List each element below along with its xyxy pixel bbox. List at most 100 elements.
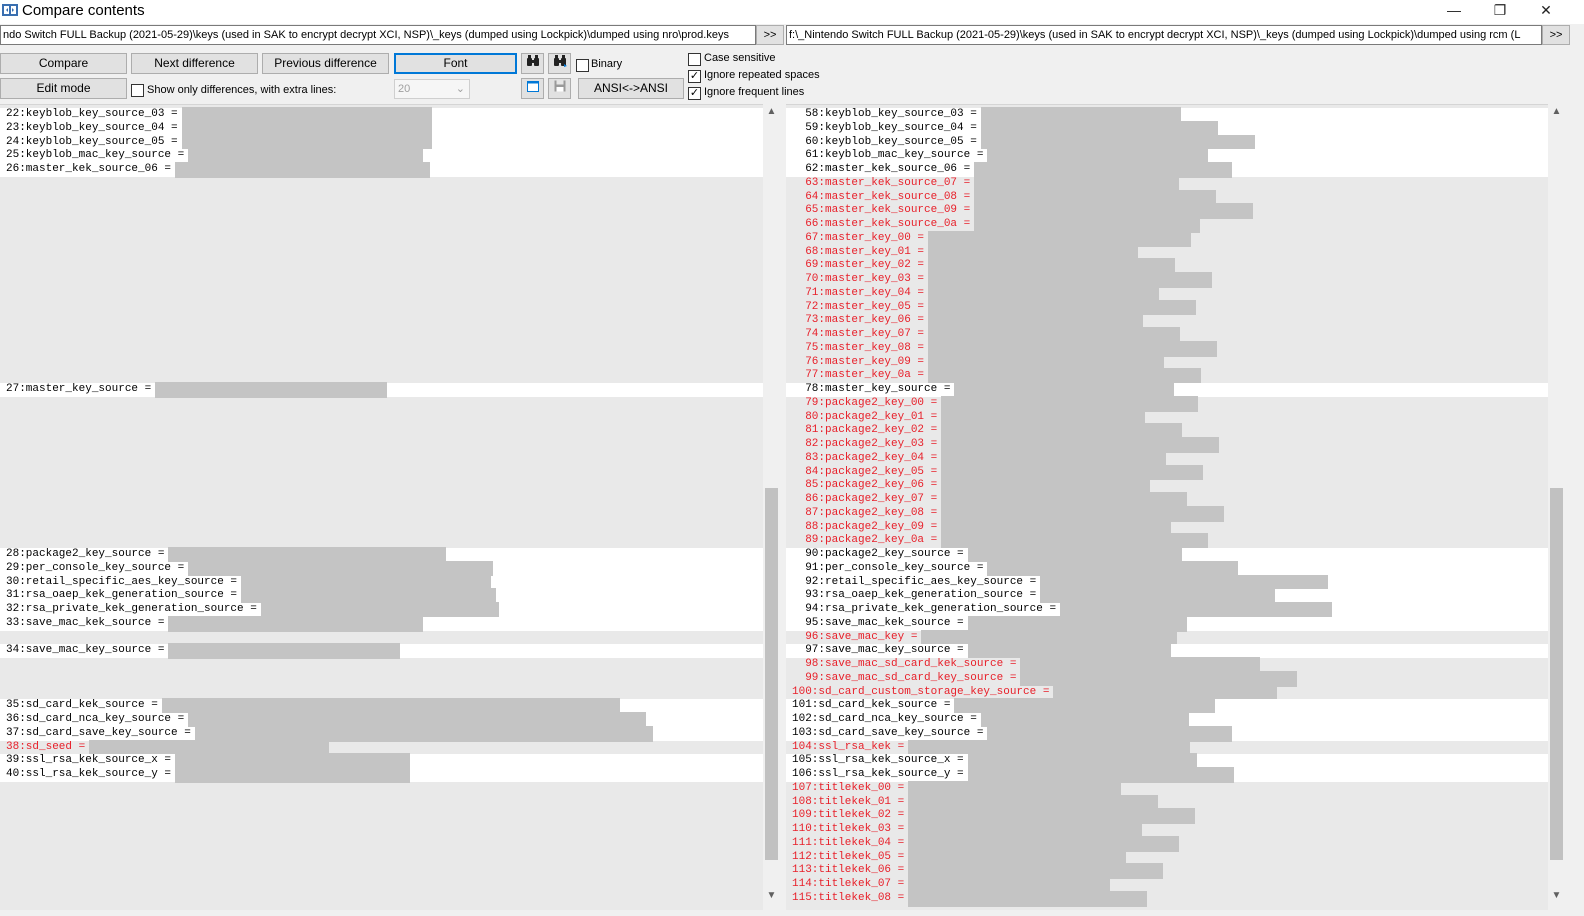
binoculars-next-icon[interactable]: [548, 53, 571, 74]
left-scrollbar-thumb[interactable]: [765, 488, 778, 860]
edit-mode-button[interactable]: Edit mode: [0, 78, 127, 99]
right-file-path-input[interactable]: f:\_Nintendo Switch FULL Backup (2021-05…: [786, 25, 1542, 45]
code-line[interactable]: 105:ssl_rsa_kek_source_x =: [786, 754, 964, 768]
code-line[interactable]: 93:rsa_oaep_kek_generation_source =: [786, 589, 1036, 603]
code-line[interactable]: 101:sd_card_kek_source =: [786, 699, 950, 713]
code-line[interactable]: 74:master_key_07 =: [786, 328, 924, 342]
code-line[interactable]: 83:package2_key_04 =: [786, 452, 937, 466]
code-line[interactable]: 82:package2_key_03 =: [786, 438, 937, 452]
code-line[interactable]: 71:master_key_04 =: [786, 287, 924, 301]
code-line[interactable]: 39:ssl_rsa_kek_source_x =: [0, 754, 171, 768]
code-line[interactable]: 40:ssl_rsa_kek_source_y =: [0, 768, 171, 782]
font-button[interactable]: Font: [394, 53, 517, 74]
code-line[interactable]: 102:sd_card_nca_key_source =: [786, 713, 977, 727]
extra-lines-select[interactable]: 20 ⌄: [394, 79, 470, 99]
code-line[interactable]: 98:save_mac_sd_card_kek_source =: [786, 658, 1016, 672]
code-line[interactable]: 61:keyblob_mac_key_source =: [786, 149, 983, 163]
code-line[interactable]: 86:package2_key_07 =: [786, 493, 937, 507]
code-line[interactable]: 84:package2_key_05 =: [786, 466, 937, 480]
code-line[interactable]: 30:retail_specific_aes_key_source =: [0, 576, 237, 590]
code-line[interactable]: 22:keyblob_key_source_03 =: [0, 108, 178, 122]
code-line[interactable]: 59:keyblob_key_source_04 =: [786, 122, 977, 136]
right-scrollbar-thumb[interactable]: [1550, 488, 1563, 860]
code-line[interactable]: 106:ssl_rsa_kek_source_y =: [786, 768, 964, 782]
code-line[interactable]: 28:package2_key_source =: [0, 548, 164, 562]
code-line[interactable]: 32:rsa_private_kek_generation_source =: [0, 603, 257, 617]
minimize-button[interactable]: —: [1431, 0, 1477, 22]
code-line[interactable]: 113:titlekek_06 =: [786, 864, 904, 878]
scroll-down-icon[interactable]: ▼: [763, 888, 780, 904]
code-line[interactable]: 92:retail_specific_aes_key_source =: [786, 576, 1036, 590]
code-line[interactable]: 88:package2_key_09 =: [786, 521, 937, 535]
code-line[interactable]: 89:package2_key_0a =: [786, 534, 937, 548]
right-text-pane[interactable]: 58:keyblob_key_source_03 = 59:keyblob_ke…: [786, 104, 1548, 910]
code-line[interactable]: 112:titlekek_05 =: [786, 851, 904, 865]
close-button[interactable]: ✕: [1523, 0, 1569, 22]
code-line[interactable]: 110:titlekek_03 =: [786, 823, 904, 837]
code-line[interactable]: 58:keyblob_key_source_03 =: [786, 108, 977, 122]
binoculars-icon[interactable]: [521, 53, 544, 74]
code-line[interactable]: 108:titlekek_01 =: [786, 796, 904, 810]
code-line[interactable]: 109:titlekek_02 =: [786, 809, 904, 823]
code-line[interactable]: 27:master_key_source =: [0, 383, 151, 397]
show-only-differences-checkbox[interactable]: [131, 84, 144, 97]
next-difference-button[interactable]: Next difference: [131, 53, 258, 74]
code-line[interactable]: 107:titlekek_00 =: [786, 782, 904, 796]
left-scrollbar[interactable]: ▲ ▼: [763, 104, 780, 910]
code-line[interactable]: 24:keyblob_key_source_05 =: [0, 136, 178, 150]
code-line[interactable]: 23:keyblob_key_source_04 =: [0, 122, 178, 136]
compare-button[interactable]: Compare: [0, 53, 127, 74]
code-line[interactable]: 60:keyblob_key_source_05 =: [786, 136, 977, 150]
code-line[interactable]: 104:ssl_rsa_kek =: [786, 741, 904, 755]
scroll-down-icon[interactable]: ▼: [1548, 888, 1565, 904]
window-icon[interactable]: [521, 78, 544, 99]
code-line[interactable]: 34:save_mac_key_source =: [0, 644, 164, 658]
code-line[interactable]: 80:package2_key_01 =: [786, 411, 937, 425]
code-line[interactable]: 26:master_kek_source_06 =: [0, 163, 171, 177]
code-line[interactable]: 81:package2_key_02 =: [786, 424, 937, 438]
code-line[interactable]: 87:package2_key_08 =: [786, 507, 937, 521]
restore-button[interactable]: ❐: [1477, 0, 1523, 22]
code-line[interactable]: 96:save_mac_key =: [786, 631, 917, 645]
code-line[interactable]: 66:master_kek_source_0a =: [786, 218, 970, 232]
code-line[interactable]: 73:master_key_06 =: [786, 314, 924, 328]
save-icon[interactable]: [548, 78, 571, 99]
ansi-conversion-button[interactable]: ANSI<->ANSI: [578, 78, 684, 99]
code-line[interactable]: 33:save_mac_kek_source =: [0, 617, 164, 631]
code-line[interactable]: 90:package2_key_source =: [786, 548, 963, 562]
code-line[interactable]: 97:save_mac_key_source =: [786, 644, 963, 658]
scroll-up-icon[interactable]: ▲: [1548, 104, 1565, 120]
code-line[interactable]: 75:master_key_08 =: [786, 342, 924, 356]
code-line[interactable]: 69:master_key_02 =: [786, 259, 924, 273]
ignore-repeated-spaces-checkbox[interactable]: ✓: [688, 70, 701, 83]
code-line[interactable]: 31:rsa_oaep_kek_generation_source =: [0, 589, 237, 603]
left-text-pane[interactable]: 22:keyblob_key_source_03 = 23:keyblob_key…: [0, 104, 763, 910]
code-line[interactable]: 65:master_kek_source_09 =: [786, 204, 970, 218]
code-line[interactable]: 85:package2_key_06 =: [786, 479, 937, 493]
code-line[interactable]: 62:master_kek_source_06 =: [786, 163, 970, 177]
code-line[interactable]: 29:per_console_key_source =: [0, 562, 184, 576]
previous-difference-button[interactable]: Previous difference: [262, 53, 389, 74]
code-line[interactable]: 67:master_key_00 =: [786, 232, 924, 246]
code-line[interactable]: 115:titlekek_08 =: [786, 892, 904, 906]
binary-checkbox[interactable]: [576, 59, 589, 72]
code-line[interactable]: 103:sd_card_save_key_source =: [786, 727, 983, 741]
code-line[interactable]: 72:master_key_05 =: [786, 301, 924, 315]
code-line[interactable]: 79:package2_key_00 =: [786, 397, 937, 411]
code-line[interactable]: 111:titlekek_04 =: [786, 837, 904, 851]
right-scrollbar[interactable]: ▲ ▼: [1548, 104, 1565, 910]
code-line[interactable]: 38:sd_seed =: [0, 741, 85, 755]
left-file-path-input[interactable]: ndo Switch FULL Backup (2021-05-29)\keys…: [0, 25, 756, 45]
code-line[interactable]: 63:master_kek_source_07 =: [786, 177, 970, 191]
code-line[interactable]: 70:master_key_03 =: [786, 273, 924, 287]
code-line[interactable]: 35:sd_card_kek_source =: [0, 699, 158, 713]
code-line[interactable]: 78:master_key_source =: [786, 383, 950, 397]
code-line[interactable]: 100:sd_card_custom_storage_key_source =: [786, 686, 1049, 700]
code-line[interactable]: 25:keyblob_mac_key_source =: [0, 149, 184, 163]
code-line[interactable]: 114:titlekek_07 =: [786, 878, 904, 892]
code-line[interactable]: 77:master_key_0a =: [786, 369, 924, 383]
left-browse-button[interactable]: >>: [756, 25, 784, 45]
code-line[interactable]: 99:save_mac_sd_card_key_source =: [786, 672, 1016, 686]
scroll-up-icon[interactable]: ▲: [763, 104, 780, 120]
code-line[interactable]: 68:master_key_01 =: [786, 246, 924, 260]
